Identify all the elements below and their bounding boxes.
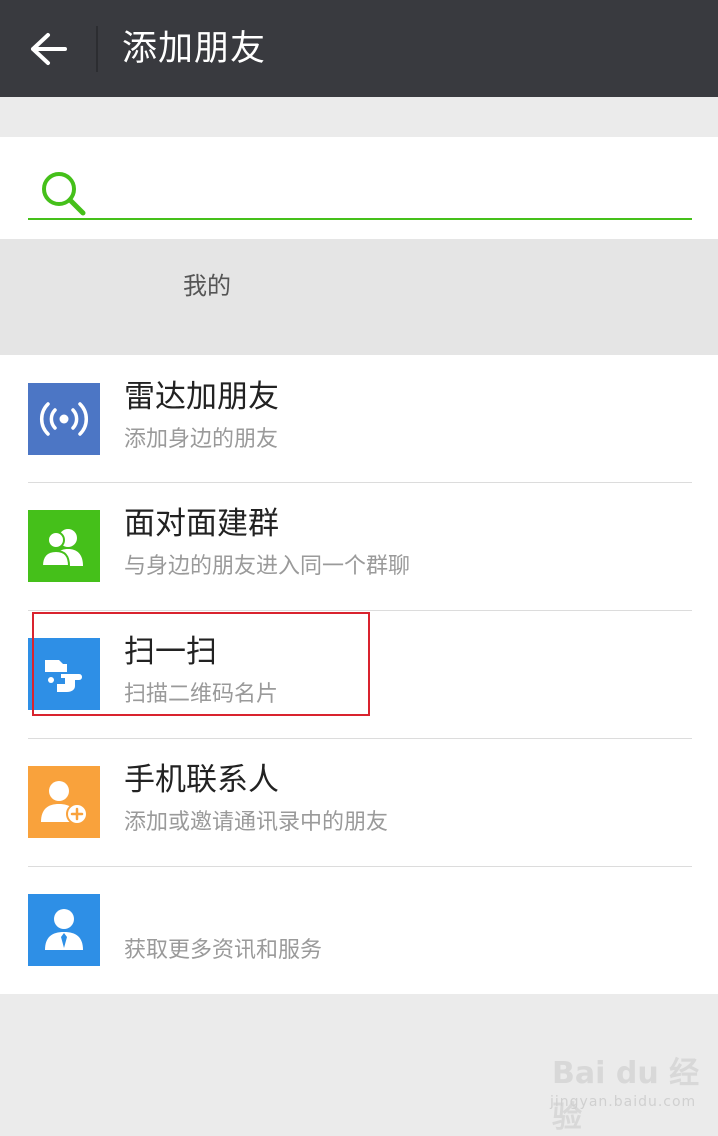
watermark-url: jingyan.baidu.com xyxy=(550,1094,697,1110)
radar-icon-tile xyxy=(28,383,100,455)
scan-icon xyxy=(45,660,82,692)
group-icon xyxy=(40,529,83,567)
item-title: 手机联系人 xyxy=(124,762,279,798)
search-input[interactable] xyxy=(118,171,682,213)
item-title: 面对面建群 xyxy=(124,506,279,542)
top-bar: 添加朋友 xyxy=(0,0,718,97)
divider xyxy=(28,866,692,867)
back-button[interactable] xyxy=(24,24,74,74)
add-friend-options-list: 雷达加朋友 添加身边的朋友 面对面建群 与身边的朋友进入同一个群聊 扫一扫 扫描… xyxy=(0,355,718,994)
item-desc: 添加身边的朋友 xyxy=(124,427,279,452)
official-account-icon xyxy=(45,909,83,950)
search-icon[interactable] xyxy=(38,168,88,218)
divider xyxy=(28,482,692,483)
radar-icon xyxy=(40,402,88,436)
list-item-scan[interactable]: 扫一扫 扫描二维码名片 xyxy=(0,610,718,738)
search-underline xyxy=(28,218,692,220)
list-item-official-accounts[interactable]: 获取更多资讯和服务 xyxy=(0,866,718,994)
my-id-label: 我的 xyxy=(183,272,231,300)
my-id-row[interactable] xyxy=(0,239,718,355)
item-desc: 获取更多资讯和服务 xyxy=(124,938,323,963)
list-item-face-to-face-group[interactable]: 面对面建群 与身边的朋友进入同一个群聊 xyxy=(0,482,718,610)
item-desc: 与身边的朋友进入同一个群聊 xyxy=(124,554,411,579)
back-arrow-icon xyxy=(31,33,67,65)
watermark-logo: Bai du 经验 xyxy=(552,1056,700,1135)
item-title: 扫一扫 xyxy=(124,634,217,670)
page-title: 添加朋友 xyxy=(122,29,267,69)
item-desc: 扫描二维码名片 xyxy=(124,682,279,707)
group-icon-tile xyxy=(28,510,100,582)
item-desc: 添加或邀请通讯录中的朋友 xyxy=(124,810,389,835)
list-item-radar[interactable]: 雷达加朋友 添加身边的朋友 xyxy=(0,355,718,483)
add-contact-icon xyxy=(41,781,88,825)
scan-icon-tile xyxy=(28,638,100,710)
header-divider xyxy=(96,26,98,72)
divider xyxy=(28,610,692,611)
add-contact-icon-tile xyxy=(28,766,100,838)
list-item-phone-contacts[interactable]: 手机联系人 添加或邀请通讯录中的朋友 xyxy=(0,738,718,866)
item-title: 雷达加朋友 xyxy=(124,379,279,415)
official-account-icon-tile xyxy=(28,894,100,966)
divider xyxy=(28,738,692,739)
